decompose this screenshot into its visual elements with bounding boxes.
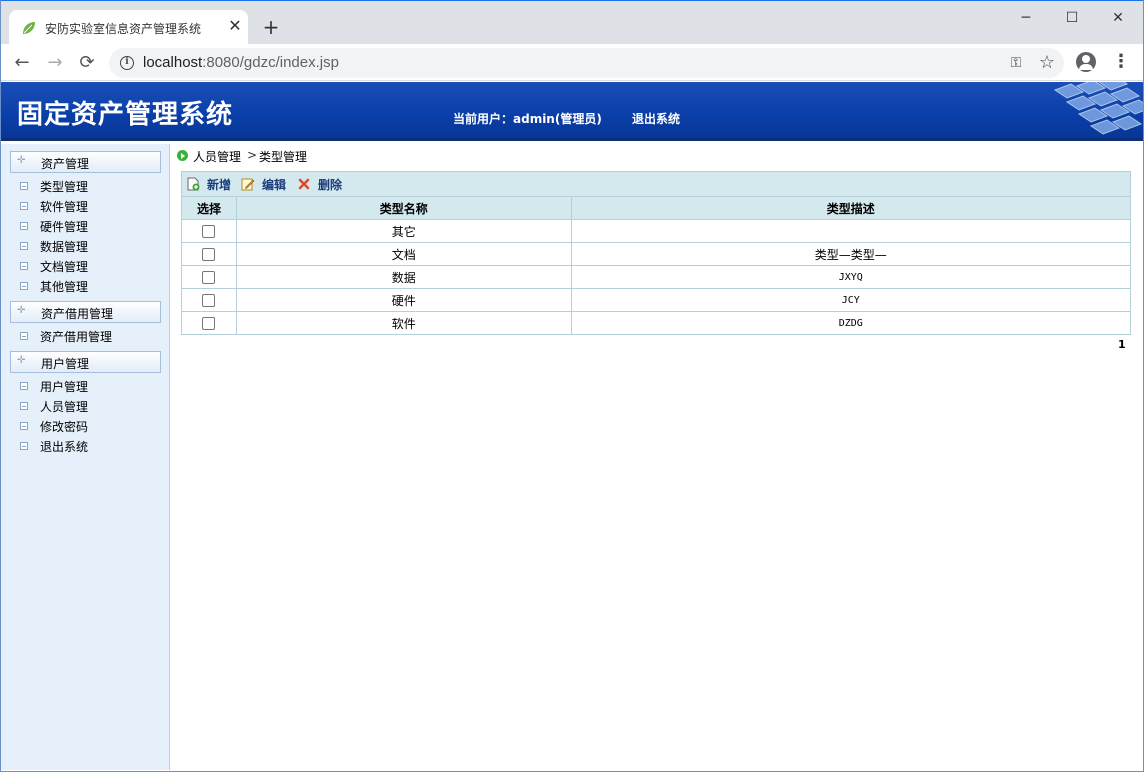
table-header-row: 选择 类型名称 类型描述 xyxy=(181,196,1132,220)
browser-menu-icon[interactable]: ⋮ xyxy=(1112,50,1130,74)
column-header-type-desc: 类型描述 xyxy=(570,196,1132,220)
tree-node-icon xyxy=(20,242,28,250)
table-row: 硬件 JCY xyxy=(181,288,1132,312)
column-header-type-name: 类型名称 xyxy=(235,196,572,220)
sidebar-group-asset[interactable]: ✛ 资产管理 xyxy=(10,151,161,173)
tree-node-icon xyxy=(20,382,28,390)
sidebar-group-user[interactable]: ✛ 用户管理 xyxy=(10,351,161,373)
type-name-cell: 软件 xyxy=(235,311,572,335)
row-checkbox[interactable] xyxy=(202,225,216,238)
play-arrow-icon xyxy=(177,150,188,161)
delete-x-icon xyxy=(298,178,310,190)
keyboard-decoration-icon xyxy=(1053,82,1144,135)
reload-icon[interactable]: ⟳ xyxy=(74,50,100,76)
tree-node-icon xyxy=(20,332,28,340)
select-cell xyxy=(181,311,237,335)
browser-address-bar: ← → ⟳ i localhost:8080/gdzc/index.jsp ⚿ … xyxy=(0,44,1144,81)
type-desc-cell: DZDG xyxy=(570,311,1132,335)
tree-node-icon xyxy=(20,402,28,410)
tree-node-icon xyxy=(20,282,28,290)
type-desc-cell xyxy=(570,219,1132,243)
app-title: 固定资产管理系统 xyxy=(17,100,234,130)
tree-node-icon xyxy=(20,442,28,450)
window-close-icon[interactable]: ✕ xyxy=(1105,7,1131,29)
edit-pencil-icon xyxy=(241,178,255,191)
table-row: 软件 DZDG xyxy=(181,311,1132,335)
back-icon[interactable]: ← xyxy=(9,50,35,76)
bookmark-star-icon[interactable]: ☆ xyxy=(1037,53,1057,73)
row-checkbox[interactable] xyxy=(202,317,216,330)
key-icon[interactable]: ⚿ xyxy=(1007,54,1025,72)
forward-icon[interactable]: → xyxy=(42,50,68,76)
breadcrumb-parent[interactable]: 人员管理 xyxy=(193,148,241,165)
tree-node-icon xyxy=(20,422,28,430)
table-row: 其它 xyxy=(181,219,1132,243)
tab-title: 安防实验室信息资产管理系统 xyxy=(45,22,202,36)
type-desc-cell: 类型—类型— xyxy=(570,242,1132,266)
maximize-icon[interactable]: ☐ xyxy=(1059,7,1085,29)
tree-node-icon xyxy=(20,182,28,190)
tree-node-icon xyxy=(20,202,28,210)
row-checkbox[interactable] xyxy=(202,271,216,284)
url-text[interactable]: localhost:8080/gdzc/index.jsp xyxy=(143,54,339,71)
tree-node-icon xyxy=(20,222,28,230)
sidebar-group-borrow[interactable]: ✛ 资产借用管理 xyxy=(10,301,161,323)
info-icon[interactable]: i xyxy=(120,56,134,70)
header-logout-link[interactable]: 退出系统 xyxy=(632,110,680,127)
select-cell xyxy=(181,242,237,266)
type-desc-cell: JXYQ xyxy=(570,265,1132,289)
new-tab-button[interactable]: + xyxy=(260,16,282,38)
tree-node-icon xyxy=(20,262,28,270)
type-name-cell: 文档 xyxy=(235,242,572,266)
row-checkbox[interactable] xyxy=(202,248,216,261)
minimize-icon[interactable]: ─ xyxy=(1013,7,1039,29)
toolbar: 新增 编辑 删除 xyxy=(181,171,1131,196)
breadcrumb-current: 类型管理 xyxy=(259,150,308,164)
type-name-cell: 硬件 xyxy=(235,288,572,312)
select-cell xyxy=(181,288,237,312)
page-number[interactable]: 1 xyxy=(1118,338,1126,351)
sidebar: ✛ 资产管理 类型管理 软件管理 硬件管理 数据管理 文档管理 其他管理 ✛ 资… xyxy=(0,144,170,770)
app-header: 固定资产管理系统 当前用户：admin(管理员) 退出系统 xyxy=(0,82,1144,141)
table-row: 文档 类型—类型— xyxy=(181,242,1132,266)
select-cell xyxy=(181,219,237,243)
current-user: 当前用户：admin(管理员) xyxy=(453,112,602,126)
row-checkbox[interactable] xyxy=(202,294,216,307)
add-file-icon xyxy=(187,177,200,191)
type-table: 选择 类型名称 类型描述 其它 文档 类型—类型— 数据 JXYQ 硬件 JCY… xyxy=(181,196,1132,335)
type-name-cell: 其它 xyxy=(235,219,572,243)
select-cell xyxy=(181,265,237,289)
leaf-icon xyxy=(23,22,35,34)
table-row: 数据 JXYQ xyxy=(181,265,1132,289)
browser-tab-bar: 安防实验室信息资产管理系统 ✕ + ─ ☐ ✕ xyxy=(0,0,1144,45)
type-name-cell: 数据 xyxy=(235,265,572,289)
breadcrumb-separator: > xyxy=(247,148,258,162)
close-tab-icon[interactable]: ✕ xyxy=(225,16,245,36)
browser-tab[interactable]: 安防实验室信息资产管理系统 ✕ xyxy=(9,10,248,45)
expand-icon: ✛ xyxy=(17,355,26,366)
account-icon[interactable] xyxy=(1076,52,1096,72)
url-field[interactable]: i localhost:8080/gdzc/index.jsp ⚿ ☆ xyxy=(109,48,1064,78)
column-header-select: 选择 xyxy=(181,196,237,220)
expand-icon: ✛ xyxy=(17,155,26,166)
type-desc-cell: JCY xyxy=(570,288,1132,312)
expand-icon: ✛ xyxy=(17,305,26,316)
